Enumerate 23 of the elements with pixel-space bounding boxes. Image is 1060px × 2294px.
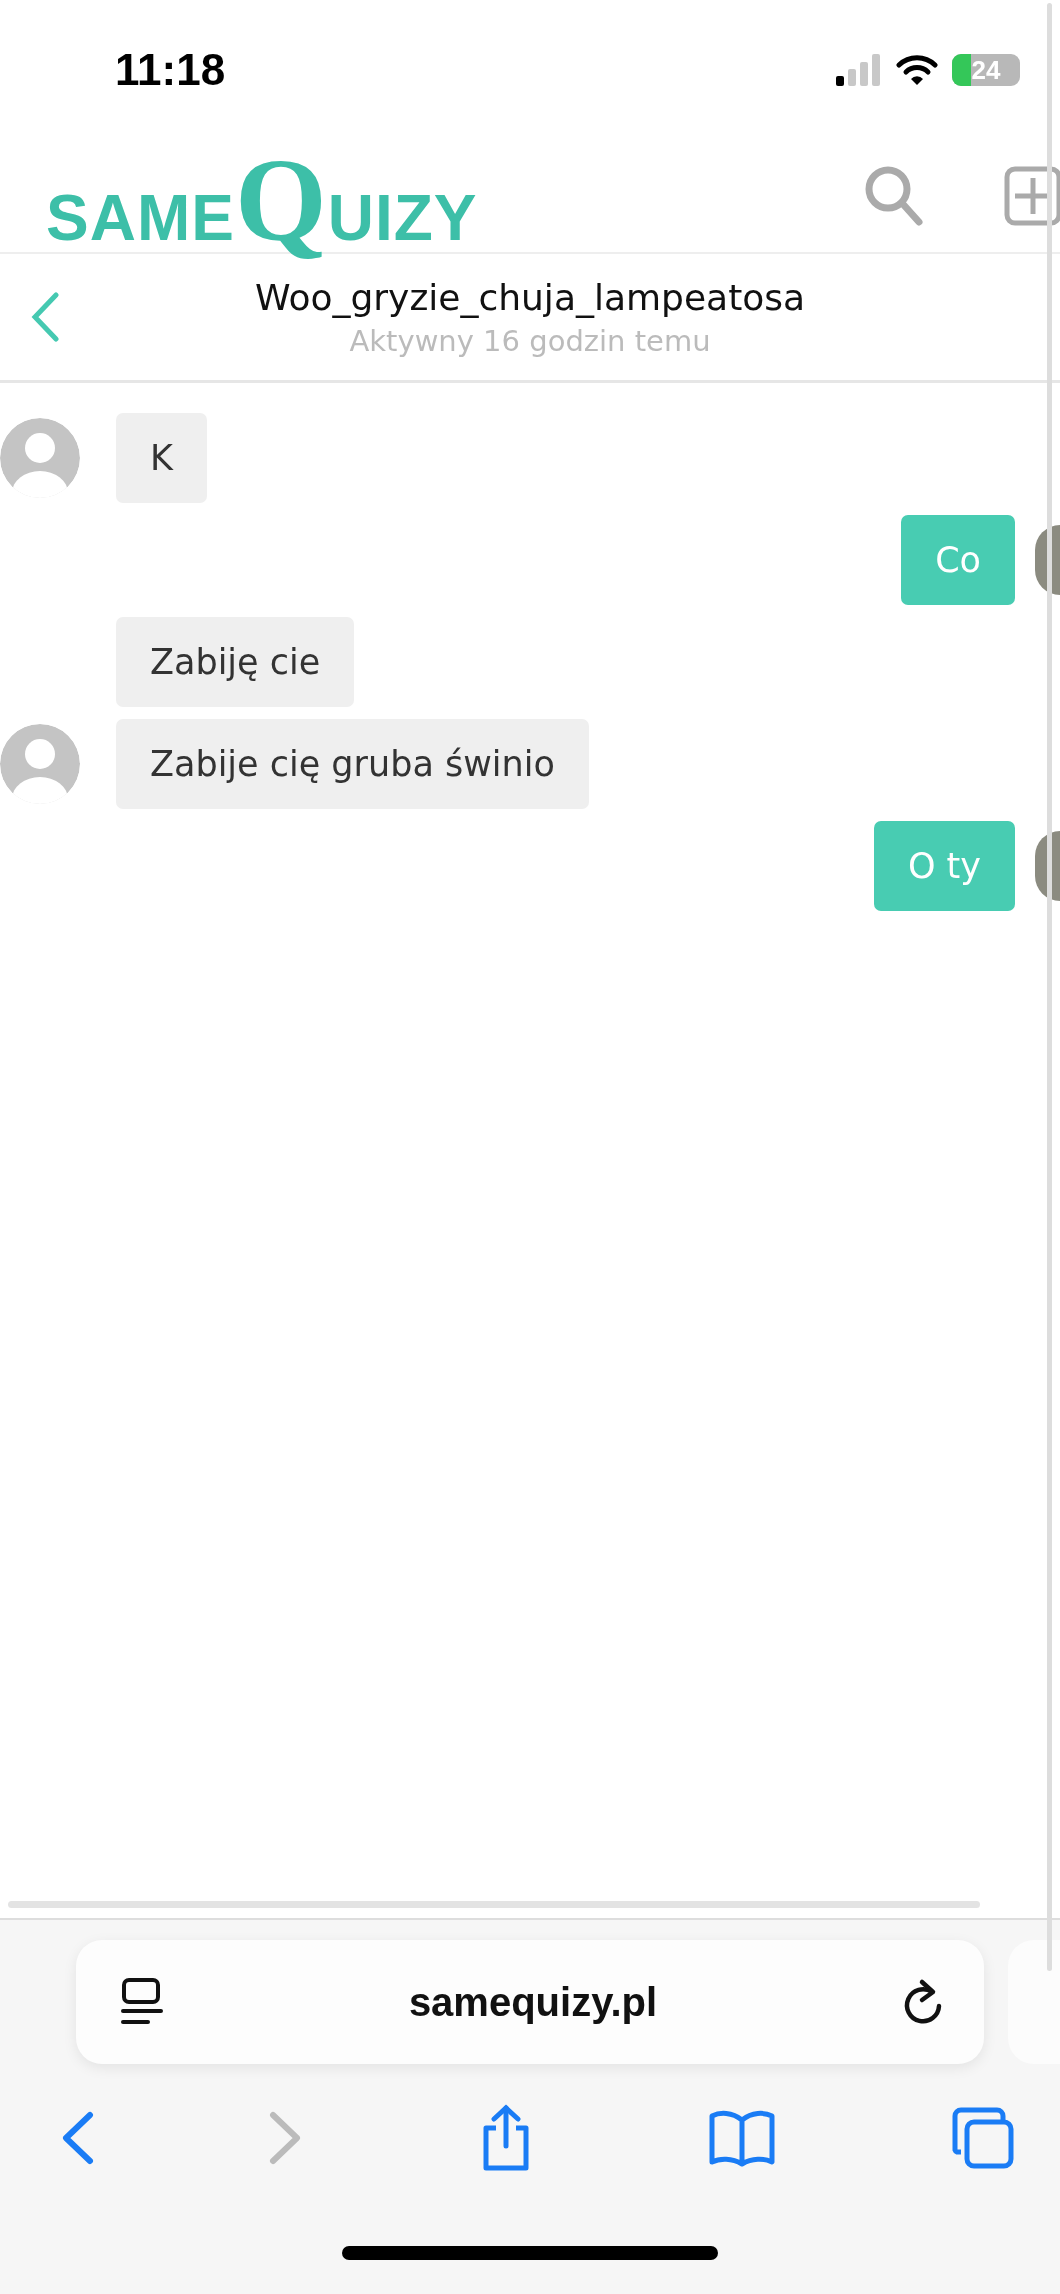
address-bar[interactable]: samequizy.pl — [76, 1940, 984, 2064]
page-menu-icon[interactable] — [120, 1977, 164, 2027]
message-bubble: Zabiję cie — [116, 617, 355, 707]
username-title: Woo_gryzie_chuja_lampeatosa — [254, 276, 806, 318]
search-icon[interactable] — [864, 165, 924, 227]
signal-icon — [836, 54, 882, 86]
wifi-icon — [896, 54, 938, 86]
bookmarks-icon[interactable] — [708, 2108, 777, 2168]
forward-icon — [268, 2111, 303, 2165]
message-bubble: O ty — [873, 821, 1015, 911]
message-bubble: Co — [901, 515, 1015, 605]
scrollbar[interactable] — [1047, 3, 1052, 1971]
message-bubble: K — [116, 413, 207, 503]
tabs-icon[interactable] — [951, 2106, 1015, 2170]
message-bubble: Zabije cię gruba świnio — [116, 719, 589, 809]
back-icon[interactable] — [60, 2111, 94, 2165]
reload-icon[interactable] — [902, 1978, 944, 2026]
scrollbar[interactable] — [8, 1901, 980, 1908]
status-time: 11:18 — [115, 45, 226, 95]
battery-icon: 24 — [952, 54, 1020, 86]
add-icon[interactable] — [1004, 166, 1060, 226]
last-active-text: Aktywny 16 godzin temu — [349, 323, 711, 358]
back-icon[interactable] — [30, 292, 60, 342]
